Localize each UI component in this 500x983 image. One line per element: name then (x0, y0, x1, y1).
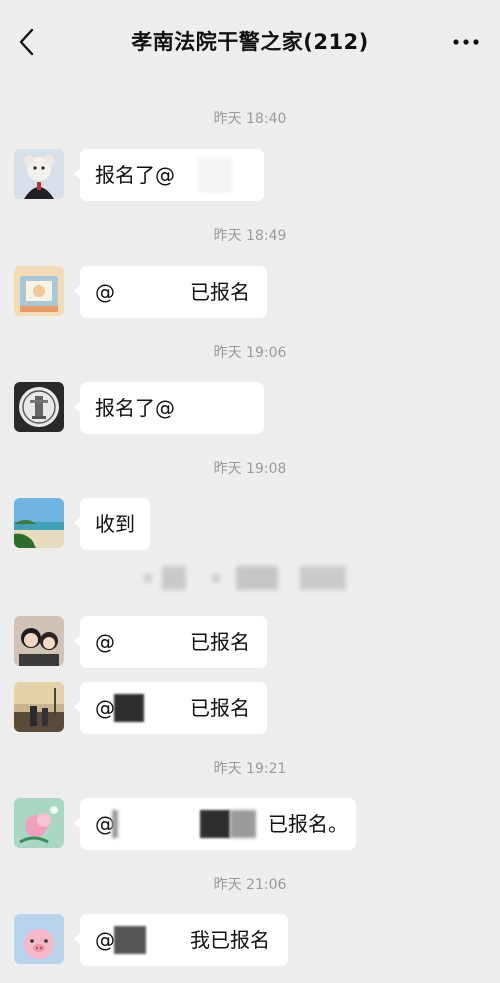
message-text: 报名了@ (95, 396, 175, 420)
message-timestamp: 昨天 19:08 (213, 461, 287, 477)
message-bubble[interactable]: @ 我已报名 (74, 914, 288, 966)
redaction-blur (112, 810, 118, 838)
message-bubble[interactable]: 报名了@ (74, 382, 264, 434)
avatar[interactable] (14, 914, 64, 964)
redaction-blur (212, 574, 220, 582)
message-bubble[interactable]: 报名了@ (74, 149, 264, 201)
avatar[interactable] (14, 149, 64, 199)
message-text: 收到 (95, 512, 135, 536)
redaction-blur (114, 926, 146, 954)
message-bubble[interactable]: @ 已报名 (74, 266, 267, 318)
avatar[interactable] (14, 616, 64, 666)
avatar[interactable] (14, 798, 64, 848)
chevron-left-icon (19, 28, 34, 56)
message-text: 报名了@ (95, 163, 175, 187)
avatar[interactable] (14, 266, 64, 316)
avatar[interactable] (14, 498, 64, 548)
redaction-blur (114, 694, 144, 722)
chat-title: 孝南法院干警之家(212) (131, 30, 369, 54)
more-button[interactable] (448, 24, 484, 60)
avatar[interactable] (14, 682, 64, 732)
message-bubble[interactable]: @ 已报名。 (74, 798, 356, 850)
message-timestamp: 昨天 19:06 (213, 345, 287, 361)
message-timestamp: 昨天 21:06 (213, 877, 287, 893)
redaction-blur (144, 574, 152, 582)
message-bubble[interactable]: @ 已报名 (74, 682, 267, 734)
redaction-blur (230, 810, 256, 838)
message-bubble[interactable]: 收到 (74, 498, 150, 550)
avatar[interactable] (14, 382, 64, 432)
back-button[interactable] (12, 24, 42, 60)
message-text: 已报名 (190, 630, 250, 654)
message-text: 已报名 (190, 280, 250, 304)
mention-prefix: @ (95, 630, 115, 654)
chat-header: 孝南法院干警之家(212) (0, 0, 500, 86)
redaction-blur (200, 810, 230, 838)
redaction-blur (236, 566, 278, 590)
redaction-blur (162, 566, 186, 590)
redaction-blur (198, 157, 232, 193)
mention-prefix: @ (95, 696, 115, 720)
message-text: 我已报名 (190, 928, 270, 952)
redaction-blur (300, 566, 346, 590)
message-text: 已报名。 (268, 812, 348, 836)
message-timestamp: 昨天 18:40 (213, 111, 287, 127)
message-text: 已报名 (190, 696, 250, 720)
message-timestamp: 昨天 19:21 (213, 761, 287, 777)
message-timestamp: 昨天 18:49 (213, 228, 287, 244)
message-bubble[interactable]: @ 已报名 (74, 616, 267, 668)
mention-prefix: @ (95, 280, 115, 304)
mention-prefix: @ (95, 928, 115, 952)
more-dots-icon (453, 39, 479, 45)
